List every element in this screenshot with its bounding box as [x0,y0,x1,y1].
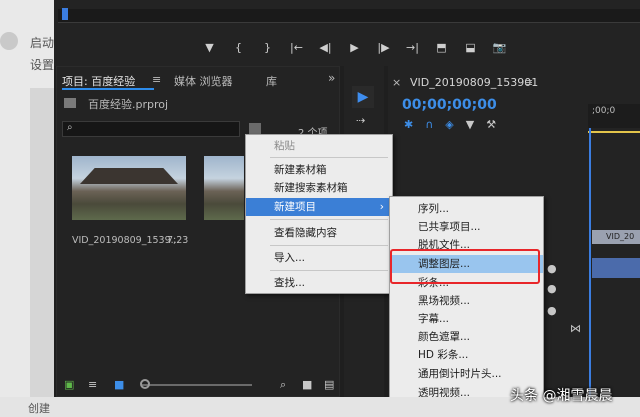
lift-icon[interactable]: ⬒ [427,41,456,54]
add-marker-icon[interactable]: ▼ [466,118,474,131]
work-area-bar[interactable] [588,131,640,133]
linked-selection-icon[interactable]: ◈ [445,118,453,131]
new-item-submenu: 序列... 已共享项目... 脱机文件... 调整图层... 彩条... 黑场视… [389,196,544,406]
find-icon[interactable]: ⌕ [280,378,286,392]
mark-in-icon[interactable]: { [224,41,253,54]
tab-media-browser[interactable]: 媒体 浏览器 [174,73,233,89]
sequence-title[interactable]: VID_20190809_153901 [410,76,538,89]
clip-thumbnail[interactable] [72,156,186,220]
menu-divider [270,157,388,158]
menu-item-find[interactable]: 查找... [246,274,392,292]
submenu-item-countdown-leader[interactable]: 通用倒计时片头... [390,365,543,383]
search-input[interactable]: ⌕ [62,121,240,137]
add-marker-icon[interactable]: ▼ [195,41,224,54]
panel-menu-icon[interactable]: ≡ [524,76,533,89]
go-to-in-icon[interactable]: |← [282,41,311,54]
new-bin-icon[interactable]: ■ [302,378,312,391]
track-select-tool-icon[interactable]: ⇢ [356,114,365,127]
timeline-playhead[interactable] [589,128,591,397]
background-text: 设置 [30,58,55,72]
submenu-item-title[interactable]: 字幕... [390,310,543,328]
menu-divider [270,270,388,271]
zoom-slider[interactable] [142,384,252,386]
active-tab-underline [62,88,154,90]
close-icon[interactable]: × [392,76,401,89]
snap-icon[interactable]: ∩ [425,118,433,131]
playback-controls: ▼ { } |← ◀| ▶ |▶ →| ⬒ ⬓ 📷 [195,38,514,56]
submenu-item-shared-project[interactable]: 已共享项目... [390,218,543,236]
step-back-icon[interactable]: ◀| [311,41,340,54]
export-frame-icon[interactable]: 📷 [485,41,514,54]
new-item-icon[interactable]: ▤ [324,378,334,391]
step-forward-icon[interactable]: |▶ [369,41,398,54]
mic-icon[interactable]: ● [547,262,557,275]
go-to-out-icon[interactable]: →| [398,41,427,54]
audio-clip[interactable] [592,258,640,278]
highlight-annotation-box [390,249,540,284]
zoom-slider-handle[interactable] [140,379,150,389]
search-icon: ⌕ [67,122,73,133]
submenu-arrow-icon: › [379,201,384,213]
clip-name: VID_20190809_1539... [72,235,180,246]
background-webpage: 启动 设置 [0,0,54,417]
timeline-tools: ✱ ∩ ◈ ▼ ⚒ [404,118,496,131]
clip-duration: 7;23 [167,235,189,246]
clip-thumbnail[interactable] [204,156,244,220]
menu-item-new-search-bin[interactable]: 新建搜索素材箱 [246,179,392,197]
mic-icon[interactable]: ● [547,304,557,317]
folder-icon [64,98,76,108]
tab-project[interactable]: 项目: 百度经验 [62,73,135,89]
menu-divider [270,245,388,246]
menu-item-import[interactable]: 导入... [246,249,392,267]
watermark: 头条 @湘雪晨晨 [510,388,613,404]
list-view-icon[interactable]: ≡ [88,378,97,391]
context-menu: 粘贴 新建素材箱 新建搜索素材箱 新建项目 › 查看隐藏内容 导入... 查找.… [245,134,393,294]
menu-divider [270,219,388,220]
program-time-ruler[interactable] [58,9,640,23]
video-clip[interactable]: VID_20 [592,230,640,244]
menu-item-paste[interactable]: 粘贴 [246,137,392,155]
background-text: 创建 [28,402,50,415]
wrench-icon[interactable]: ⚒ [486,118,496,131]
background-block [30,88,54,400]
ruler-time: ;00;0 [592,106,616,116]
submenu-item-black-video[interactable]: 黑场视频... [390,292,543,310]
submenu-item-color-matte[interactable]: 颜色遮罩... [390,328,543,346]
avatar-icon [0,32,18,50]
selection-tool-icon[interactable]: ▶ [352,86,374,108]
icon-view-icon[interactable]: ■ [114,378,124,391]
submenu-item-sequence[interactable]: 序列... [390,200,543,218]
menu-item-view-hidden[interactable]: 查看隐藏内容 [246,224,392,242]
timecode-display[interactable]: 00;00;00;00 [402,97,497,113]
tab-menu-icon[interactable]: ≡ [152,73,161,86]
menu-item-new-bin[interactable]: 新建素材箱 [246,161,392,179]
project-panel-tabs: 项目: 百度经验 ≡ 媒体 浏览器 库 » [56,70,340,90]
mark-out-icon[interactable]: } [253,41,282,54]
video-clip-label: VID_20 [606,232,635,241]
extract-icon[interactable]: ⬓ [456,41,485,54]
tab-library[interactable]: 库 [266,73,277,89]
project-file-name: 百度经验.prproj [88,98,169,111]
project-panel-footer: ▣ ≡ ■ ⌕ ■ ▤ [56,374,340,396]
menu-item-new-item[interactable]: 新建项目 › [246,198,392,216]
nest-icon[interactable]: ✱ [404,118,413,131]
play-icon[interactable]: ▶ [340,41,369,54]
submenu-item-hd-bars[interactable]: HD 彩条... [390,346,543,364]
overflow-icon[interactable]: » [328,71,335,85]
bowtie-icon[interactable]: ⋈ [570,322,581,335]
background-text: 启动 [30,36,55,50]
menu-item-label: 新建项目 [274,201,316,213]
mic-icon[interactable]: ● [547,282,557,295]
lock-icon[interactable]: ▣ [64,378,74,391]
playhead-marker[interactable] [62,8,68,20]
